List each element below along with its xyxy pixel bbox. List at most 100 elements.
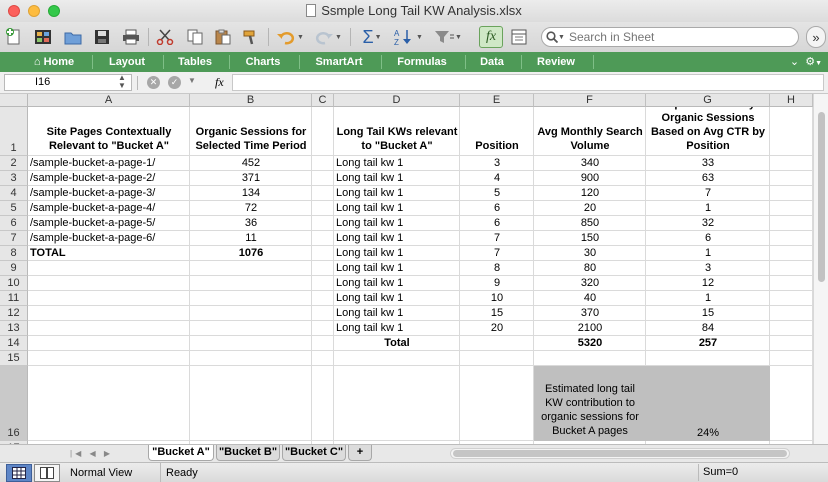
expected-sessions-cell[interactable]: 63	[646, 171, 770, 185]
header-site-pages[interactable]: Site Pages Contextually Relevant to "Buc…	[28, 107, 190, 155]
name-box-stepper-icon[interactable]: ▲ ▼	[118, 74, 126, 90]
row-header-7[interactable]: 7	[0, 231, 28, 246]
page-url-cell[interactable]: /sample-bucket-a-page-1/	[28, 156, 190, 170]
keyword-cell[interactable]: Long tail kw 1	[334, 156, 460, 170]
keyword-cell[interactable]: Long tail kw 1	[334, 201, 460, 215]
header-position[interactable]: Position	[460, 107, 534, 155]
expected-sessions-cell[interactable]: 12	[646, 276, 770, 290]
page-url-cell[interactable]: /sample-bucket-a-page-2/	[28, 171, 190, 185]
page-url-cell[interactable]: /sample-bucket-a-page-3/	[28, 186, 190, 200]
tab-tables[interactable]: Tables	[166, 52, 224, 72]
name-box[interactable]: I16	[4, 74, 132, 91]
position-cell[interactable]: 3	[460, 156, 534, 170]
expected-sessions-cell[interactable]: 3	[646, 261, 770, 275]
sheet-tab-bucket-c[interactable]: "Bucket C"	[282, 445, 346, 461]
kw-total-expected[interactable]: 257	[646, 336, 770, 350]
header-expected-sessions[interactable]: Expected Monthly Organic Sessions Based …	[646, 107, 770, 155]
search-volume-cell[interactable]: 320	[534, 276, 646, 290]
tab-charts[interactable]: Charts	[232, 52, 294, 72]
position-cell[interactable]: 7	[460, 231, 534, 245]
expected-sessions-cell[interactable]: 84	[646, 321, 770, 335]
search-volume-cell[interactable]: 80	[534, 261, 646, 275]
close-window-button[interactable]	[8, 5, 20, 17]
row-header-2[interactable]: 2	[0, 156, 28, 171]
tab-data[interactable]: Data	[468, 52, 516, 72]
header-search-volume[interactable]: Avg Monthly Search Volume	[534, 107, 646, 155]
position-cell[interactable]: 8	[460, 261, 534, 275]
search-in-sheet[interactable]: ▼	[541, 27, 799, 47]
new-workbook-button[interactable]	[4, 26, 24, 48]
row-header-3[interactable]: 3	[0, 171, 28, 186]
templates-button[interactable]	[32, 26, 54, 48]
add-sheet-button[interactable]: +	[348, 445, 372, 461]
expected-sessions-cell[interactable]: 32	[646, 216, 770, 230]
row-header-13[interactable]: 13	[0, 321, 28, 336]
expected-sessions-cell[interactable]: 6	[646, 231, 770, 245]
formula-input[interactable]	[232, 74, 824, 91]
sessions-cell[interactable]: 452	[190, 156, 312, 170]
keyword-cell[interactable]: Long tail kw 1	[334, 171, 460, 185]
row-header-11[interactable]: 11	[0, 291, 28, 306]
row-header-5[interactable]: 5	[0, 201, 28, 216]
header-organic-sessions[interactable]: Organic Sessions for Selected Time Perio…	[190, 107, 312, 155]
row-header-16[interactable]: 16	[0, 366, 28, 441]
print-button[interactable]	[120, 26, 142, 48]
keyword-cell[interactable]: Long tail kw 1	[334, 186, 460, 200]
row-header-4[interactable]: 4	[0, 186, 28, 201]
search-volume-cell[interactable]: 20	[534, 201, 646, 215]
tab-layout[interactable]: Layout	[96, 52, 158, 72]
tab-home[interactable]: ⌂ Home	[22, 52, 86, 72]
column-header-d[interactable]: D	[334, 94, 460, 107]
insert-function-button[interactable]: fx	[479, 26, 503, 48]
search-volume-cell[interactable]: 40	[534, 291, 646, 305]
column-header-h[interactable]: H	[770, 94, 813, 107]
sheet-navigation-arrows-icon[interactable]: |◀ ◀ ▶ ▶|	[70, 447, 128, 471]
gear-dropdown-icon[interactable]: ▼	[815, 60, 822, 67]
position-cell[interactable]: 20	[460, 321, 534, 335]
vertical-scroll-thumb[interactable]	[818, 112, 825, 282]
cut-button[interactable]	[154, 26, 176, 48]
column-header-a[interactable]: A	[28, 94, 190, 107]
position-cell[interactable]: 15	[460, 306, 534, 320]
row-header-1[interactable]: 1	[0, 107, 28, 156]
toolbar-overflow-button[interactable]: »	[806, 26, 826, 48]
sessions-cell[interactable]: 134	[190, 186, 312, 200]
tab-smartart[interactable]: SmartArt	[302, 52, 376, 72]
cancel-entry-icon[interactable]: ✕	[147, 76, 160, 89]
horizontal-scrollbar[interactable]	[450, 448, 790, 459]
confirm-entry-icon[interactable]: ✓	[168, 76, 181, 89]
fx-label[interactable]: fx	[215, 75, 224, 90]
pages-total-value[interactable]: 1076	[190, 246, 312, 260]
kw-total-volume[interactable]: 5320	[534, 336, 646, 350]
position-cell[interactable]: 4	[460, 171, 534, 185]
keyword-cell[interactable]: Long tail kw 1	[334, 321, 460, 335]
page-url-cell[interactable]: /sample-bucket-a-page-6/	[28, 231, 190, 245]
format-painter-button[interactable]	[240, 26, 262, 48]
keyword-cell[interactable]: Long tail kw 1	[334, 276, 460, 290]
column-header-c[interactable]: C	[312, 94, 334, 107]
vertical-scrollbar[interactable]	[813, 94, 828, 444]
column-header-b[interactable]: B	[190, 94, 312, 107]
page-url-cell[interactable]: /sample-bucket-a-page-5/	[28, 216, 190, 230]
sessions-cell[interactable]: 36	[190, 216, 312, 230]
sheet-tab-bucket-b[interactable]: "Bucket B"	[216, 445, 280, 461]
keyword-cell[interactable]: Long tail kw 1	[334, 231, 460, 245]
expected-sessions-cell[interactable]: 7	[646, 186, 770, 200]
search-options-dropdown-icon[interactable]: ▼	[558, 34, 565, 41]
search-volume-cell[interactable]: 370	[534, 306, 646, 320]
undo-button[interactable]: ▼	[274, 26, 306, 48]
toolbox-button[interactable]	[508, 26, 530, 48]
tab-review[interactable]: Review	[524, 52, 588, 72]
search-volume-cell[interactable]: 2100	[534, 321, 646, 335]
row-header-15[interactable]: 15	[0, 351, 28, 366]
column-header-f[interactable]: F	[534, 94, 646, 107]
position-cell[interactable]: 10	[460, 291, 534, 305]
page-url-cell[interactable]: /sample-bucket-a-page-4/	[28, 201, 190, 215]
sessions-cell[interactable]: 371	[190, 171, 312, 185]
row-header-10[interactable]: 10	[0, 276, 28, 291]
select-all-corner[interactable]	[0, 94, 28, 107]
position-cell[interactable]: 6	[460, 216, 534, 230]
keyword-cell[interactable]: Long tail kw 1	[334, 216, 460, 230]
copy-button[interactable]	[184, 26, 206, 48]
zoom-window-button[interactable]	[48, 5, 60, 17]
